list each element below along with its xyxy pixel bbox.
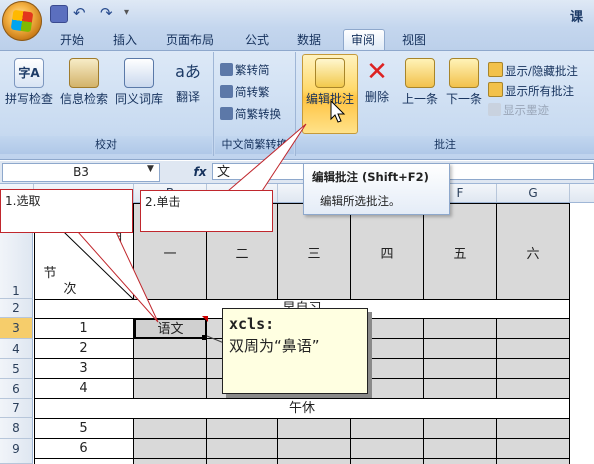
mouse-cursor-icon — [330, 100, 346, 123]
comment-box[interactable]: xcls: 双周为“鼻语” — [222, 308, 368, 394]
comment-text[interactable]: 双周为“鼻语” — [229, 335, 361, 356]
tooltip-title: 编辑批注 (Shift+F2) — [312, 170, 429, 184]
office-button[interactable] — [2, 1, 42, 41]
callout-step1: 1.选取 — [0, 189, 133, 233]
edit-comment-tooltip: 编辑批注 (Shift+F2) 编辑所选批注。 — [303, 163, 450, 215]
tooltip-description: 编辑所选批注。 — [320, 194, 401, 208]
office-logo-icon — [10, 9, 34, 33]
callout-step2: 2.单击 — [140, 190, 273, 232]
comment-author: xcls: — [229, 315, 275, 333]
